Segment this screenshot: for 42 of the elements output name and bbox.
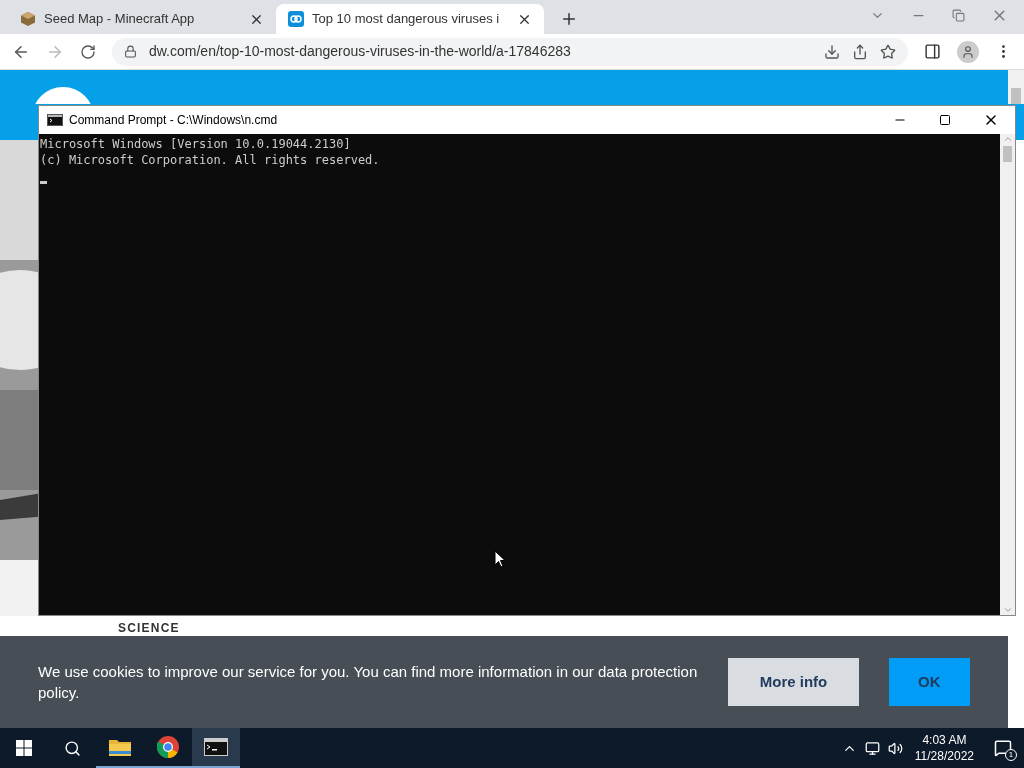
reload-icon[interactable] bbox=[80, 43, 96, 60]
side-panel-icon[interactable] bbox=[924, 43, 941, 60]
block-icon bbox=[20, 11, 36, 27]
site-icon bbox=[288, 11, 304, 27]
console-line: Microsoft Windows [Version 10.0.19044.2130] bbox=[40, 136, 352, 152]
scroll-thumb[interactable] bbox=[1011, 88, 1021, 104]
network-icon[interactable] bbox=[864, 740, 880, 756]
new-tab-icon[interactable] bbox=[560, 10, 578, 28]
taskbar-app[interactable] bbox=[192, 728, 240, 768]
star-icon[interactable] bbox=[880, 43, 896, 60]
terminal-icon bbox=[204, 738, 228, 756]
console-line: (c) Microsoft Corporation. All rights reserved. bbox=[40, 152, 381, 168]
search-icon[interactable] bbox=[63, 739, 81, 757]
window-title: Command Prompt - C:\Windows\n.cmd bbox=[69, 112, 278, 129]
notification-count: 1 bbox=[1005, 749, 1017, 761]
tab-title: Seed Map - Minecraft App bbox=[44, 10, 196, 29]
tab-title: Top 10 most dangerous viruses i bbox=[312, 10, 501, 29]
console-icon bbox=[47, 114, 63, 126]
browser-icon bbox=[157, 736, 179, 758]
folder-icon bbox=[109, 738, 131, 756]
volume-icon[interactable] bbox=[887, 740, 903, 756]
browser-tab[interactable]: Seed Map - Minecraft App bbox=[8, 4, 276, 34]
clock-date[interactable]: 11/28/2022 bbox=[914, 748, 974, 764]
address-field[interactable]: dw.com/en/top-10-most-dangerous-viruses-in-the-world/a-17846283 bbox=[112, 37, 908, 66]
cursor bbox=[40, 181, 47, 184]
url-text: dw.com/en/top-10-most-dangerous-viruses-in-the-world/a-17846283 bbox=[149, 42, 571, 61]
restore-icon[interactable] bbox=[952, 9, 965, 22]
cookie-text: We use cookies to improve our service for you. You can find more information in our data protection policy. bbox=[38, 662, 699, 703]
maximize-icon[interactable] bbox=[939, 114, 951, 126]
mouse-pointer-icon bbox=[494, 550, 506, 568]
section-label: SCIENCE bbox=[118, 622, 181, 635]
share-icon[interactable] bbox=[852, 43, 868, 60]
lock-icon bbox=[124, 45, 137, 58]
scroll-thumb[interactable] bbox=[1003, 146, 1012, 162]
windows-icon[interactable] bbox=[16, 740, 32, 756]
browser-tab[interactable]: Top 10 most dangerous viruses i bbox=[276, 4, 544, 34]
download-icon[interactable] bbox=[824, 43, 840, 60]
ok-button[interactable]: OK bbox=[888, 658, 970, 706]
profile-icon[interactable] bbox=[957, 40, 979, 63]
clock-time[interactable]: 4:03 AM bbox=[922, 732, 967, 748]
notification-icon[interactable] bbox=[994, 739, 1012, 757]
more-info-button[interactable]: More info bbox=[728, 658, 859, 706]
